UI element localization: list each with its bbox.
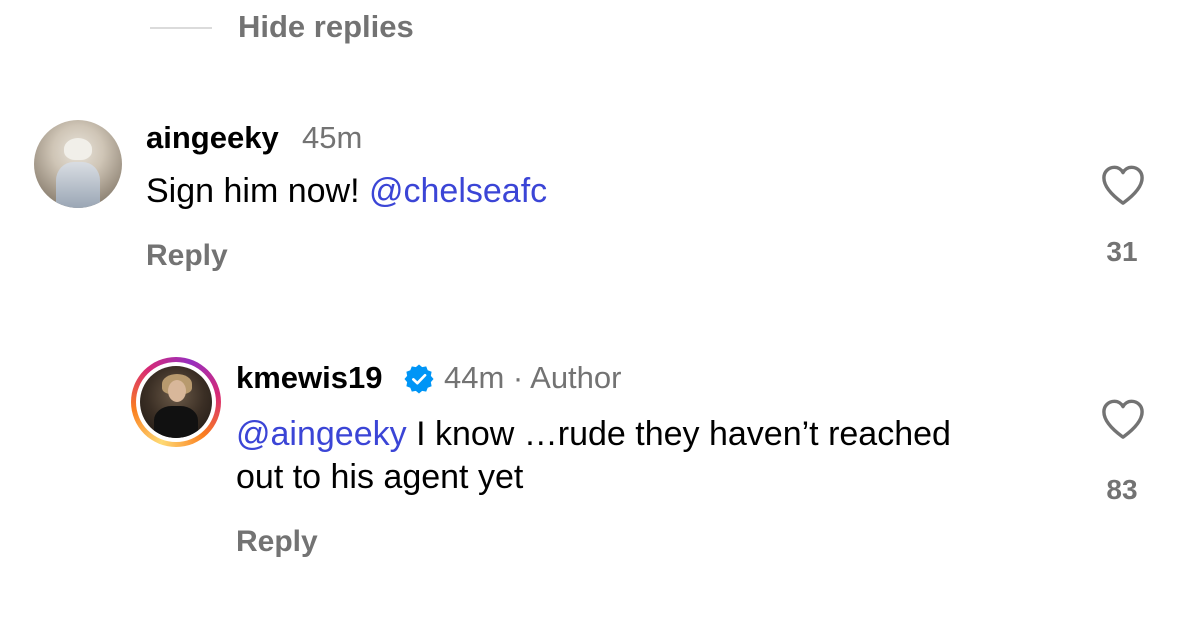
- mention-link[interactable]: @aingeeky: [236, 415, 407, 453]
- heart-icon[interactable]: [1100, 398, 1146, 440]
- mention-link[interactable]: @chelseafc: [369, 172, 547, 210]
- comment-username[interactable]: aingeeky: [146, 120, 279, 156]
- reply-button[interactable]: Reply: [236, 525, 318, 559]
- avatar-figure-hat: [64, 138, 92, 160]
- comment-timestamp-author: 44m · Author: [444, 360, 622, 395]
- replies-divider-line: [150, 27, 212, 29]
- heart-icon[interactable]: [1100, 164, 1146, 206]
- verified-badge-icon: [404, 364, 434, 394]
- comment-text: Sign him now! @chelseafc: [146, 170, 547, 213]
- comment-username[interactable]: kmewis19: [236, 360, 383, 396]
- avatar-figure-body: [154, 406, 198, 438]
- avatar-figure-body: [56, 162, 100, 208]
- avatar-kmewis19: [140, 366, 212, 438]
- comment-timestamp: 45m: [302, 120, 363, 155]
- comment-text: @aingeeky I know …rude they haven’t reac…: [236, 413, 996, 499]
- hide-replies-button[interactable]: Hide replies: [238, 9, 414, 45]
- avatar-figure-face: [168, 380, 186, 402]
- avatar-aingeeky[interactable]: [34, 120, 122, 208]
- like-count: 83: [1106, 474, 1138, 505]
- avatar-kmewis19-story-ring[interactable]: [131, 357, 221, 447]
- comment-text-plain: Sign him now!: [146, 172, 369, 210]
- like-count: 31: [1106, 236, 1138, 267]
- reply-button[interactable]: Reply: [146, 239, 228, 273]
